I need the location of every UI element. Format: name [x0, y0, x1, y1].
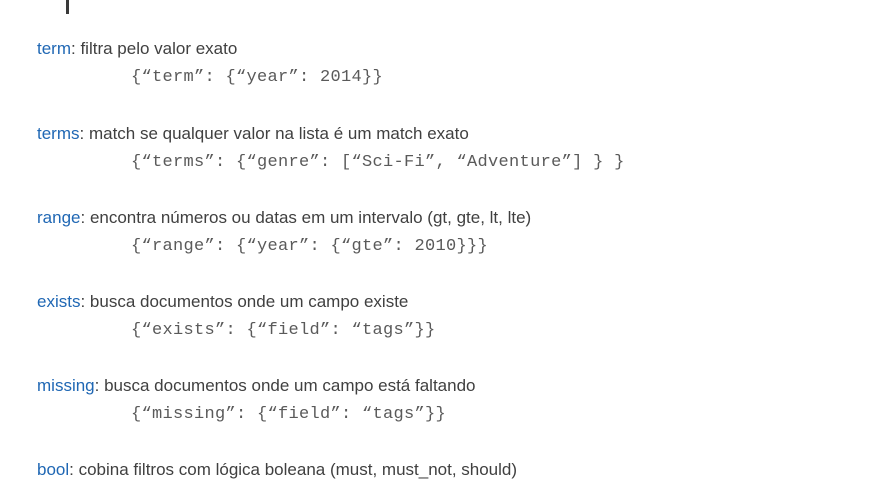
separator: : — [94, 376, 105, 395]
filter-description: match se qualquer valor na lista é um ma… — [88, 124, 469, 143]
slide: term: filtra pelo valor exato {“term”: {… — [0, 0, 885, 499]
filter-item-bool: bool: cobina filtros com lógica boleana … — [37, 460, 517, 480]
separator: : — [69, 460, 79, 479]
title-cursor-fragment — [66, 0, 69, 14]
filter-keyword: bool — [37, 460, 70, 479]
filter-item-term: term: filtra pelo valor exato — [37, 39, 237, 59]
filter-keyword: exists — [37, 292, 81, 311]
separator: : — [80, 208, 90, 227]
filter-keyword: term — [37, 39, 71, 58]
filter-keyword: range — [37, 208, 81, 227]
filter-item-exists: exists: busca documentos onde um campo e… — [37, 292, 408, 312]
filter-example-code: {“terms”: {“genre”: [“Sci-Fi”, “Adventur… — [131, 153, 625, 172]
filter-description: busca documentos onde um campo existe — [89, 292, 409, 311]
filter-item-missing: missing: busca documentos onde um campo … — [37, 376, 475, 396]
separator: : — [79, 124, 89, 143]
filter-description: cobina filtros com lógica boleana (must,… — [78, 460, 518, 479]
filter-keyword: terms — [37, 124, 80, 143]
filter-description: filtra pelo valor exato — [80, 39, 238, 58]
filter-description: encontra números ou datas em um interval… — [89, 208, 532, 227]
separator: : — [80, 292, 90, 311]
filter-example-code: {“range”: {“year”: {“gte”: 2010}}} — [131, 237, 489, 256]
filter-keyword: missing — [37, 376, 95, 395]
filter-example-code: {“term”: {“year”: 2014}} — [131, 68, 384, 87]
filter-description: busca documentos onde um campo está falt… — [104, 376, 476, 395]
filter-item-range: range: encontra números ou datas em um i… — [37, 208, 531, 228]
filter-example-code: {“missing”: {“field”: “tags”}} — [131, 405, 447, 424]
filter-item-terms: terms: match se qualquer valor na lista … — [37, 124, 469, 144]
filter-example-code: {“exists”: {“field”: “tags”}} — [131, 321, 436, 340]
